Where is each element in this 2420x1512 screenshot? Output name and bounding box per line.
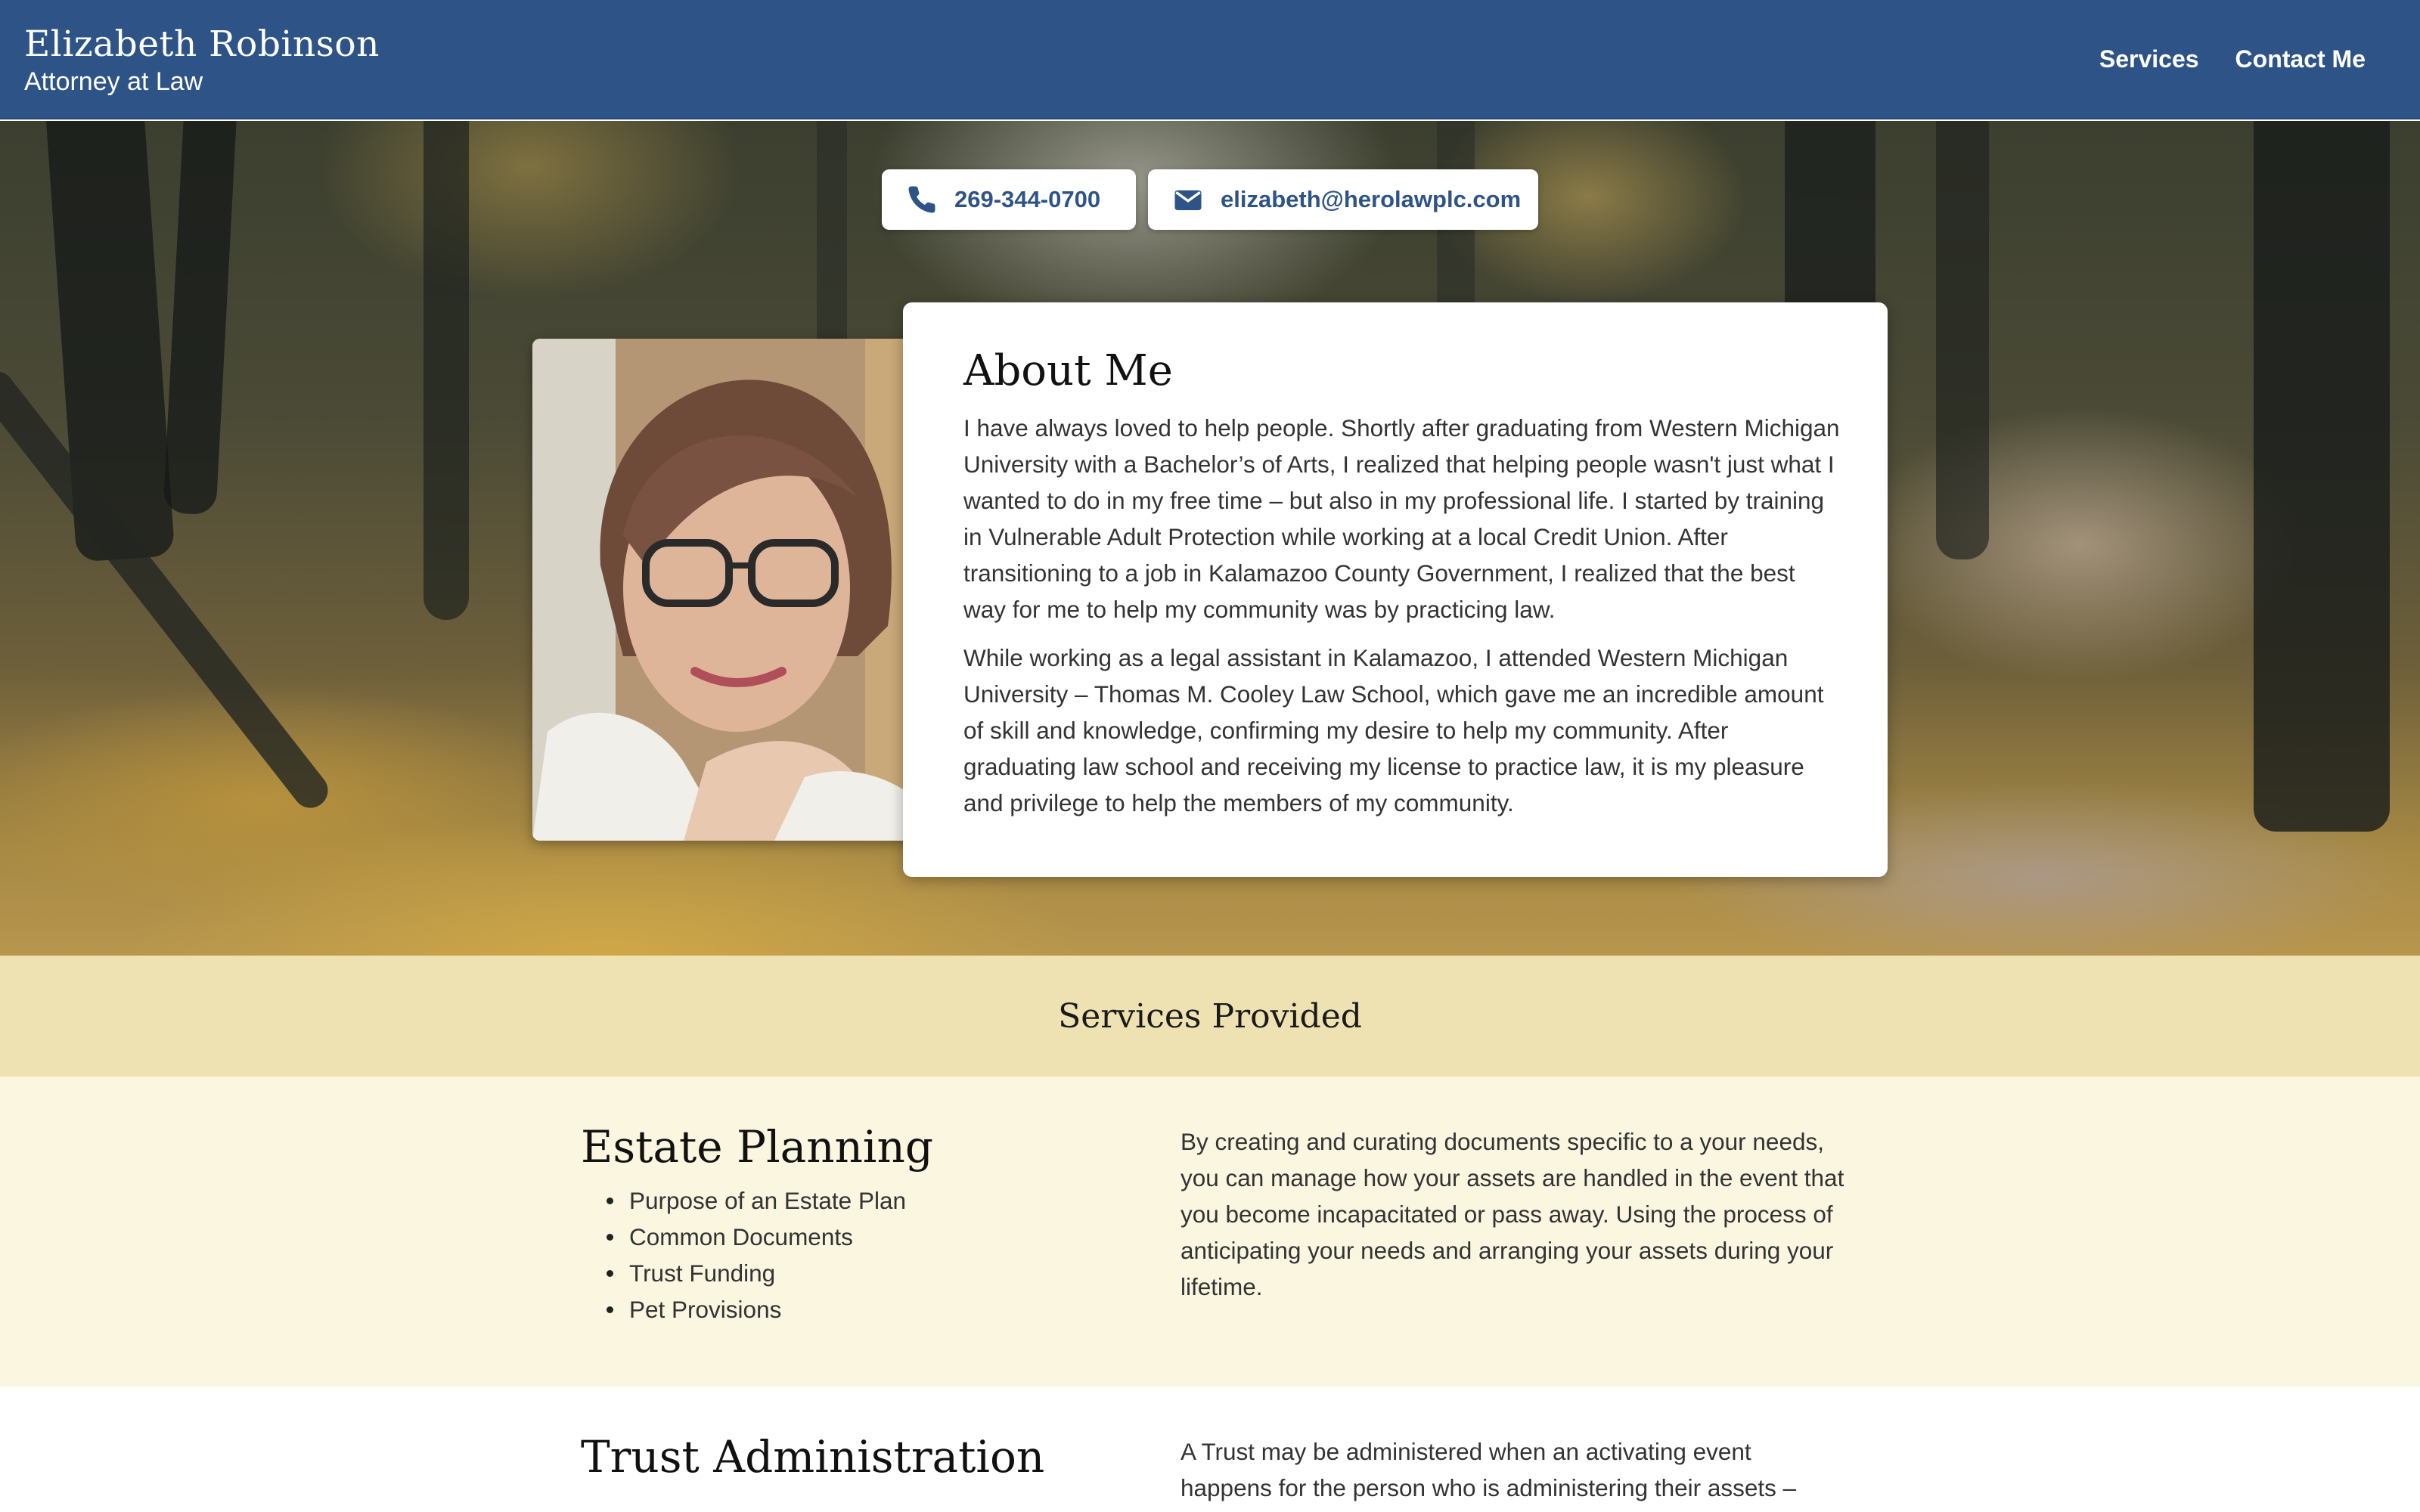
service-summary: Trust Administration — [581, 1430, 1125, 1492]
service-title: Estate Planning — [581, 1121, 933, 1173]
profile-photo-illustration — [532, 339, 926, 841]
site-brand[interactable]: Elizabeth Robinson Attorney at Law — [24, 23, 380, 97]
phone-icon — [906, 184, 938, 215]
service-trust-administration: Trust Administration A Trust may be admi… — [0, 1387, 2420, 1512]
email-address: elizabeth@herolawplc.com — [1221, 186, 1522, 212]
hero-section: 269-344-0700 elizabeth@herolawplc.com Ab… — [0, 121, 2420, 956]
service-estate-planning: Estate Planning Purpose of an Estate Pla… — [0, 1077, 2420, 1387]
service-description: By creating and curating documents speci… — [1181, 1128, 1844, 1300]
about-paragraph: While working as a legal assistant in Ka… — [963, 644, 1824, 816]
about-card: About Me I have always loved to help peo… — [903, 302, 1888, 877]
list-item: Trust Funding — [607, 1255, 1125, 1291]
contact-buttons: 269-344-0700 elizabeth@herolawplc.com — [0, 169, 2420, 230]
service-description: A Trust may be administered when an acti… — [1181, 1438, 1797, 1501]
about-paragraph: I have always loved to help people. Shor… — [963, 414, 1840, 623]
phone-number: 269-344-0700 — [954, 186, 1101, 212]
site-subtitle: Attorney at Law — [24, 67, 203, 96]
about-title: About Me — [963, 346, 1173, 395]
list-item: Purpose of an Estate Plan — [607, 1182, 1125, 1219]
service-topic-list: Purpose of an Estate Plan Common Documen… — [581, 1182, 1125, 1328]
nav-link-contact-me[interactable]: Contact Me — [2235, 44, 2366, 74]
services-title: Services Provided — [1058, 996, 1362, 1036]
profile-photo — [532, 339, 926, 841]
list-item: Pet Provisions — [607, 1291, 1125, 1328]
top-navigation-bar: Elizabeth Robinson Attorney at Law Servi… — [0, 0, 2420, 119]
phone-button[interactable]: 269-344-0700 — [882, 169, 1136, 230]
services-heading-band: Services Provided — [0, 956, 2420, 1077]
main-nav: Services Contact Me — [2099, 44, 2366, 74]
service-title: Trust Administration — [581, 1431, 1045, 1483]
nav-link-services[interactable]: Services — [2099, 44, 2199, 74]
service-summary: Estate Planning Purpose of an Estate Pla… — [581, 1120, 1125, 1328]
site-title: Elizabeth Robinson — [24, 23, 380, 65]
envelope-icon — [1172, 184, 1204, 215]
list-item: Common Documents — [607, 1219, 1125, 1255]
email-button[interactable]: elizabeth@herolawplc.com — [1148, 169, 1538, 230]
